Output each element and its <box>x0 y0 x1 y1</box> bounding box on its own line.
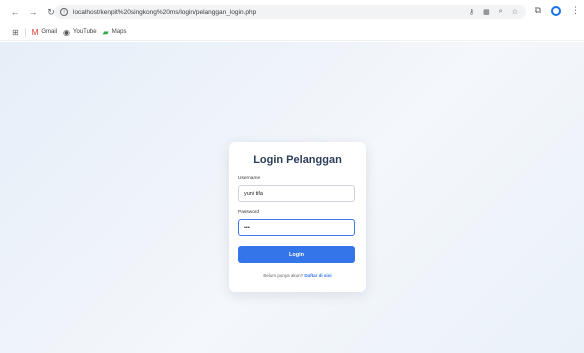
password-label: Password <box>238 210 260 215</box>
register-link[interactable]: Daftar di sini <box>304 273 331 278</box>
register-prompt: Belum punya akun? Daftar di sini <box>229 273 366 278</box>
bookmarks-bar: ⊞ M Gmail ◉ YouTube ▰ Maps <box>0 24 584 41</box>
username-label: Username <box>238 176 261 181</box>
key-icon[interactable]: ⚷ <box>469 8 474 16</box>
password-input[interactable]: ••• <box>238 219 355 236</box>
address-bar[interactable]: i localhost/kenpit%20singkong%20ms/login… <box>54 5 526 19</box>
register-prompt-text: Belum punya akun? <box>263 273 304 278</box>
maps-icon: ▰ <box>102 27 109 37</box>
bookmark-label: Maps <box>111 29 127 35</box>
bookmark-star-icon[interactable]: ☆ <box>512 8 518 16</box>
menu-icon[interactable]: ⋮ <box>571 5 580 16</box>
login-card: Login Pelanggan Username yuni tifa Passw… <box>229 142 366 292</box>
forward-icon[interactable]: → <box>26 5 40 19</box>
profile-avatar[interactable] <box>551 5 561 16</box>
username-input[interactable]: yuni tifa <box>238 185 355 202</box>
apps-grid-icon[interactable]: ⊞ <box>12 28 19 37</box>
site-info-icon[interactable]: i <box>60 8 68 16</box>
bookmark-label: Gmail <box>41 29 58 35</box>
back-icon[interactable]: ← <box>8 5 22 19</box>
bookmark-gmail[interactable]: M Gmail <box>32 28 57 37</box>
page-background: Login Pelanggan Username yuni tifa Passw… <box>0 42 584 353</box>
youtube-icon: ◉ <box>63 27 71 37</box>
translate-icon[interactable]: ▦ <box>483 8 490 16</box>
bookmark-label: YouTube <box>73 29 97 35</box>
login-button[interactable]: Login <box>238 246 355 263</box>
gmail-icon: M <box>31 27 39 37</box>
browser-toolbar: ← → ↻ i localhost/kenpit%20singkong%20ms… <box>0 0 584 24</box>
bookmark-maps[interactable]: ▰ Maps <box>103 28 127 37</box>
extensions-icon[interactable]: ⧉ <box>535 5 541 16</box>
login-title: Login Pelanggan <box>253 154 342 166</box>
bookmark-youtube[interactable]: ◉ YouTube <box>63 28 97 37</box>
zoom-icon[interactable]: ⌕ <box>499 8 503 16</box>
divider <box>24 27 26 37</box>
url-text[interactable]: localhost/kenpit%20singkong%20ms/login/p… <box>73 9 256 16</box>
